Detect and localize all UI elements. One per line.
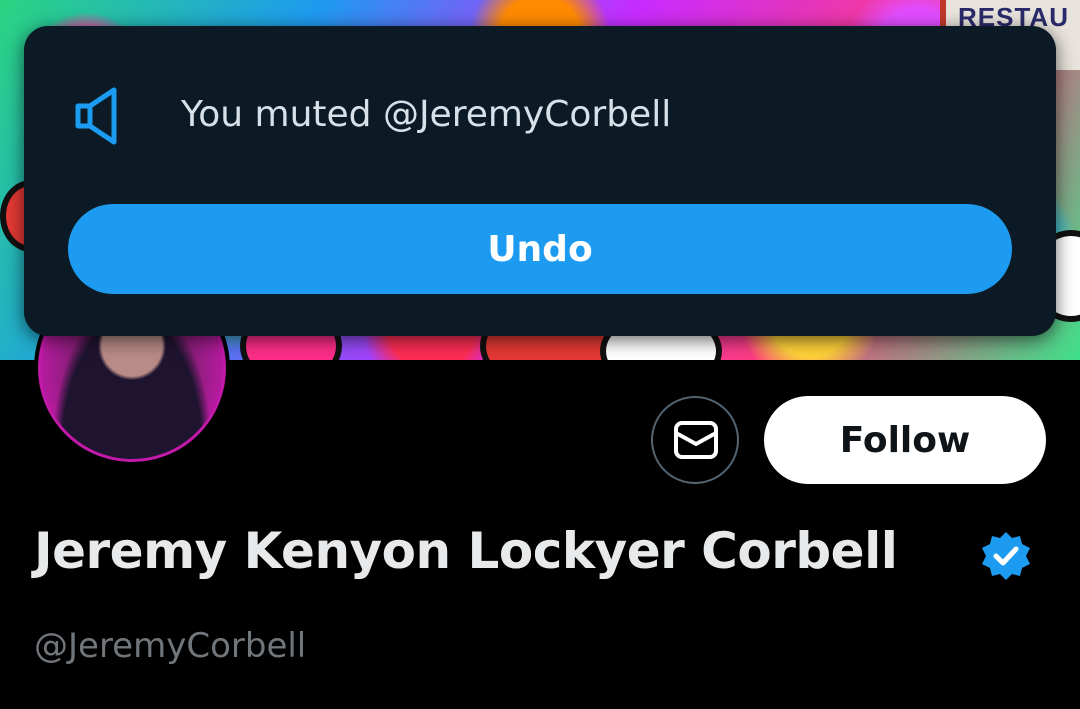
display-name: Jeremy Kenyon Lockyer Corbell: [34, 522, 898, 580]
speaker-muted-icon: [75, 87, 117, 145]
envelope-icon: [674, 421, 718, 459]
mute-toast: You muted @JeremyCorbell Undo: [24, 26, 1056, 336]
follow-button[interactable]: Follow: [764, 396, 1046, 484]
toast-message: You muted @JeremyCorbell: [181, 94, 672, 135]
verified-badge-icon[interactable]: [980, 530, 1032, 582]
message-button[interactable]: [651, 396, 739, 484]
profile-handle: @JeremyCorbell: [34, 626, 307, 666]
profile-screen: RESTAU You muted @JeremyCorbell Undo Fol…: [0, 0, 1080, 709]
undo-button[interactable]: Undo: [68, 204, 1012, 294]
